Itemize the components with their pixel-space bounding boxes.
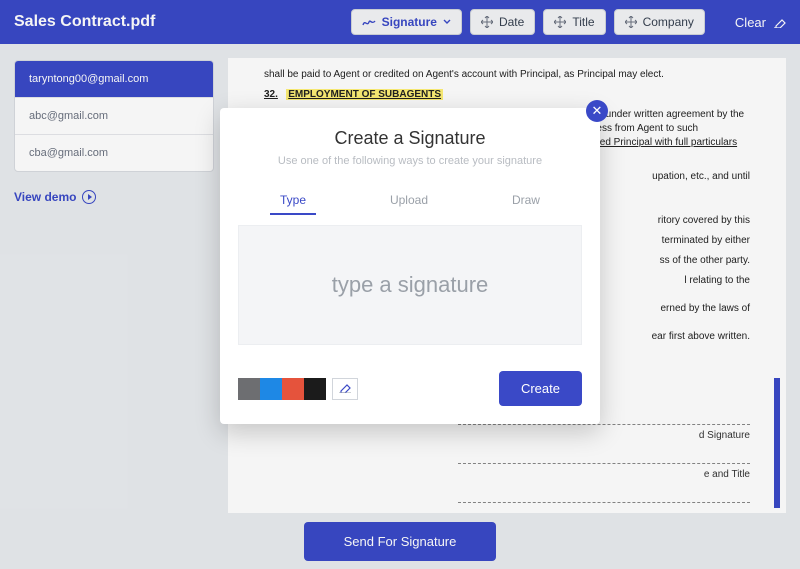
tab-draw[interactable]: Draw [502,187,550,215]
tab-upload[interactable]: Upload [380,187,438,215]
signature-input-area[interactable]: type a signature [238,225,582,345]
color-swatch-grey[interactable] [238,378,260,400]
tab-type[interactable]: Type [270,187,316,215]
create-button[interactable]: Create [499,371,582,406]
modal-tabs: Type Upload Draw [238,187,582,215]
color-swatch-black[interactable] [304,378,326,400]
close-button[interactable]: ✕ [586,100,608,122]
modal-subtitle: Use one of the following ways to create … [238,155,582,167]
color-swatches [238,378,358,400]
modal-footer: Create [238,371,582,406]
close-icon: ✕ [592,103,603,119]
eraser-icon [338,381,352,396]
color-swatch-red[interactable] [282,378,304,400]
color-swatch-blue[interactable] [260,378,282,400]
signature-placeholder: type a signature [332,272,489,298]
create-signature-modal: ✕ Create a Signature Use one of the foll… [220,108,600,424]
modal-title: Create a Signature [238,128,582,149]
eraser-button[interactable] [332,378,358,400]
